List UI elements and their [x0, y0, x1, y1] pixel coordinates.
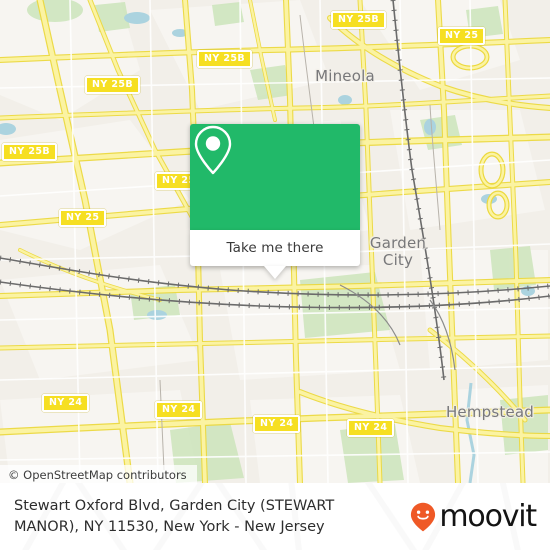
- highway-shield[interactable]: NY 24: [42, 394, 90, 412]
- highway-shield[interactable]: NY 25: [59, 209, 107, 227]
- moovit-smiley-pin-icon: [411, 502, 436, 531]
- highway-shield[interactable]: NY 25B: [2, 143, 57, 161]
- result-address-title: Stewart Oxford Blvd, Garden City (STEWAR…: [14, 497, 335, 535]
- moovit-wordmark: moovit: [439, 498, 537, 534]
- take-me-there-label: Take me there: [226, 240, 324, 256]
- highway-shield[interactable]: NY 25B: [197, 50, 252, 68]
- highway-shield[interactable]: NY 25: [438, 27, 486, 45]
- highway-shield[interactable]: NY 25B: [331, 11, 386, 29]
- map-canvas[interactable]: Mineola Garden City Hempstead NY 25B NY …: [0, 0, 550, 483]
- highway-shield[interactable]: NY 24: [155, 401, 203, 419]
- map-result-screen: Mineola Garden City Hempstead NY 25B NY …: [0, 0, 550, 550]
- map-attribution[interactable]: © OpenStreetMap contributors: [0, 465, 197, 483]
- popup-image-area: [190, 124, 360, 230]
- moovit-logo[interactable]: moovit: [410, 498, 537, 534]
- highway-shield[interactable]: NY 25B: [85, 76, 140, 94]
- take-me-there-button[interactable]: Take me there: [190, 230, 360, 279]
- highway-shield[interactable]: NY 24: [253, 415, 301, 433]
- highway-shield[interactable]: NY 24: [347, 419, 395, 437]
- map-pin-icon: [194, 125, 232, 175]
- location-popup: Take me there: [190, 124, 360, 279]
- popup-pointer: [264, 266, 286, 279]
- footer-bar: Stewart Oxford Blvd, Garden City (STEWAR…: [0, 483, 550, 550]
